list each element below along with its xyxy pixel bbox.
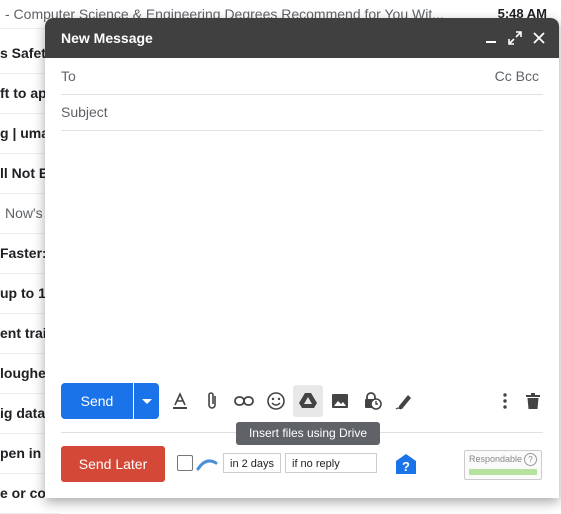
compose-window: New Message To Cc Bcc Subject Send Inser…: [45, 18, 559, 498]
more-options-icon[interactable]: [494, 390, 516, 412]
trash-icon[interactable]: [522, 390, 544, 412]
send-button[interactable]: Send: [61, 383, 133, 419]
reminder-checkbox[interactable]: [177, 455, 193, 471]
inbox-row-text: Now's: [5, 205, 43, 221]
subject-field[interactable]: Subject: [61, 94, 543, 131]
inbox-row-text: loughe: [0, 365, 46, 381]
help-icon[interactable]: ?: [395, 453, 417, 475]
respondable-widget[interactable]: Respondable ?: [464, 450, 542, 480]
boomerang-icon: [196, 455, 218, 471]
inbox-row-text: e or co: [0, 485, 46, 501]
inbox-row-text: ll Not E: [0, 165, 49, 181]
compose-header[interactable]: New Message: [45, 18, 559, 58]
respondable-help-icon[interactable]: ?: [524, 453, 537, 466]
subject-placeholder: Subject: [61, 104, 108, 120]
inbox-row-text: g | uma: [0, 125, 50, 141]
send-options-dropdown[interactable]: [134, 383, 159, 419]
message-body[interactable]: [61, 132, 543, 377]
inbox-row-text: ig data: [0, 405, 46, 421]
emoji-icon[interactable]: [265, 390, 287, 412]
drive-tooltip: Insert files using Drive: [236, 422, 380, 445]
close-icon[interactable]: [531, 30, 547, 46]
to-label: To: [61, 68, 76, 84]
respondable-meter: [469, 469, 537, 475]
respondable-label: Respondable: [469, 454, 523, 464]
inbox-row-text: pen in: [0, 445, 42, 461]
compose-title: New Message: [61, 30, 153, 46]
link-icon[interactable]: [233, 390, 255, 412]
inbox-row-text: up to 1: [0, 285, 46, 301]
drive-icon[interactable]: [297, 390, 319, 412]
remind-condition-select[interactable]: if no reply: [285, 453, 377, 473]
attach-icon[interactable]: [201, 390, 223, 412]
inbox-row-text: Faster:: [0, 245, 47, 261]
to-field[interactable]: To Cc Bcc: [61, 58, 543, 95]
send-later-button[interactable]: Send Later: [61, 446, 165, 482]
cc-bcc-link[interactable]: Cc Bcc: [495, 68, 539, 84]
format-text-icon[interactable]: [169, 390, 191, 412]
minimize-icon[interactable]: [483, 30, 499, 46]
photo-icon[interactable]: [329, 390, 351, 412]
remind-time-select[interactable]: in 2 days: [223, 453, 282, 473]
svg-text:?: ?: [402, 459, 410, 474]
confidential-icon[interactable]: [361, 390, 383, 412]
inbox-row-text: ent trai: [0, 325, 47, 341]
expand-icon[interactable]: [507, 30, 523, 46]
signature-icon[interactable]: [393, 390, 415, 412]
